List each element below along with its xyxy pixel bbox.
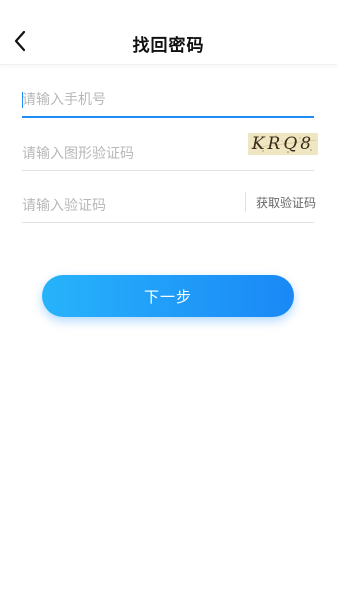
next-button[interactable]: 下一步 <box>42 275 294 317</box>
image-code-field[interactable]: KRQ8 <box>22 133 318 171</box>
sms-code-input[interactable] <box>22 192 232 220</box>
captcha-image[interactable]: KRQ8 <box>248 133 318 155</box>
get-code-button[interactable]: 获取验证码 <box>256 194 316 211</box>
field-divider <box>245 192 246 212</box>
phone-field[interactable] <box>22 86 314 118</box>
sms-code-field[interactable]: 获取验证码 <box>22 192 316 223</box>
captcha-text: KRQ8 <box>251 134 315 154</box>
text-cursor <box>22 92 23 108</box>
page-title: 找回密码 <box>132 36 205 56</box>
image-code-input[interactable] <box>22 140 232 168</box>
phone-input[interactable] <box>22 86 314 114</box>
header-bar: 找回密码 <box>0 0 337 65</box>
